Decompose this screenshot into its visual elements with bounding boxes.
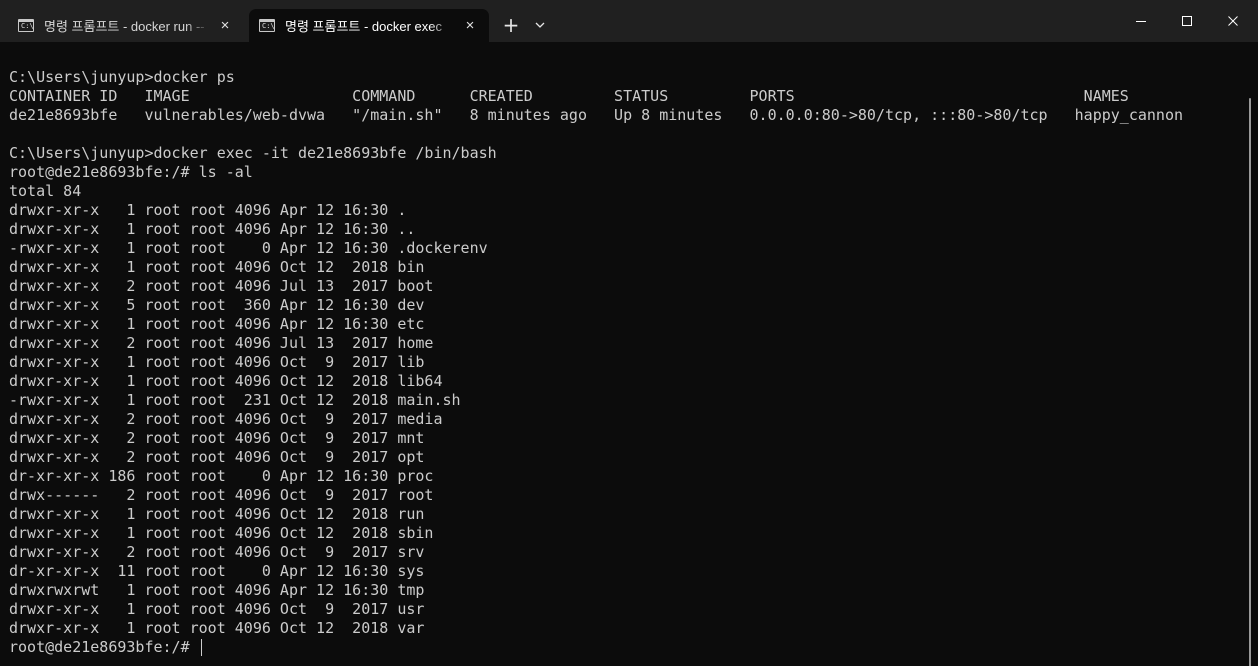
terminal-line: dr-xr-xr-x 186 root root 0 Apr 12 16:30 …: [9, 467, 434, 485]
terminal-line: root@de21e8693bfe:/# ls -al: [9, 163, 253, 181]
plus-icon: +: [502, 13, 520, 37]
maximize-button[interactable]: [1164, 0, 1210, 42]
cmd-prompt-icon: C:\: [18, 19, 34, 32]
terminal-line: drwxr-xr-x 1 root root 4096 Apr 12 16:30…: [9, 201, 407, 219]
terminal-line: drwxr-xr-x 2 root root 4096 Oct 9 2017 s…: [9, 543, 425, 561]
minimize-icon: [1136, 21, 1146, 22]
terminal-line: drwxr-xr-x 2 root root 4096 Oct 9 2017 m…: [9, 429, 425, 447]
terminal-line: drwxr-xr-x 2 root root 4096 Jul 13 2017 …: [9, 277, 434, 295]
scrollbar[interactable]: [1249, 98, 1251, 666]
tab-dropdown-button[interactable]: [527, 12, 553, 38]
tab-docker-exec[interactable]: C:\ 명령 프롬프트 - docker exec ×: [249, 9, 489, 42]
terminal-line: de21e8693bfe vulnerables/web-dvwa "/main…: [9, 106, 1183, 124]
terminal-line: drwxr-xr-x 1 root root 4096 Oct 12 2018 …: [9, 619, 425, 637]
terminal-text: C:\Users\junyup>docker ps CONTAINER ID IM…: [9, 68, 1183, 657]
new-tab-button[interactable]: +: [498, 12, 524, 38]
chevron-down-icon: [535, 22, 545, 28]
terminal-line: drwx------ 2 root root 4096 Oct 9 2017 r…: [9, 486, 434, 504]
terminal-line: drwxr-xr-x 1 root root 4096 Oct 12 2018 …: [9, 258, 425, 276]
terminal-line: drwxr-xr-x 2 root root 4096 Jul 13 2017 …: [9, 334, 434, 352]
terminal-line: C:\Users\junyup>docker ps: [9, 68, 235, 86]
terminal-line: drwxr-xr-x 1 root root 4096 Oct 12 2018 …: [9, 505, 425, 523]
terminal-line: drwxr-xr-x 1 root root 4096 Oct 9 2017 u…: [9, 600, 425, 618]
minimize-button[interactable]: [1118, 0, 1164, 42]
terminal-line: C:\Users\junyup>docker exec -it de21e869…: [9, 144, 497, 162]
terminal-line: drwxr-xr-x 1 root root 4096 Oct 12 2018 …: [9, 524, 434, 542]
text-cursor: [200, 639, 202, 656]
terminal-line: -rwxr-xr-x 1 root root 0 Apr 12 16:30 .d…: [9, 239, 488, 257]
terminal-line: drwxr-xr-x 5 root root 360 Apr 12 16:30 …: [9, 296, 425, 314]
terminal-line: drwxr-xr-x 1 root root 4096 Oct 12 2018 …: [9, 372, 443, 390]
prompt-text: root@de21e8693bfe:/#: [9, 638, 199, 656]
terminal-line: CONTAINER ID IMAGE COMMAND CREATED STATU…: [9, 87, 1129, 105]
terminal-line: drwxr-xr-x 1 root root 4096 Apr 12 16:30…: [9, 315, 425, 333]
title-bar: C:\ 명령 프롬프트 - docker run -- × C:\ 명령 프롬프…: [0, 0, 1258, 42]
window-close-button[interactable]: [1210, 0, 1256, 42]
cmd-prompt-icon: C:\: [259, 19, 275, 32]
tab-title: 명령 프롬프트 - docker exec: [285, 19, 443, 34]
tab-docker-run[interactable]: C:\ 명령 프롬프트 - docker run -- ×: [8, 9, 244, 42]
maximize-icon: [1182, 16, 1192, 26]
terminal-line: dr-xr-xr-x 11 root root 0 Apr 12 16:30 s…: [9, 562, 425, 580]
terminal-line: drwxrwxrwt 1 root root 4096 Apr 12 16:30…: [9, 581, 425, 599]
tab-title: 명령 프롬프트 - docker run --: [44, 19, 205, 34]
terminal-line: -rwxr-xr-x 1 root root 231 Oct 12 2018 m…: [9, 391, 461, 409]
close-icon[interactable]: ×: [459, 15, 481, 37]
terminal-line: drwxr-xr-x 2 root root 4096 Oct 9 2017 m…: [9, 410, 443, 428]
command-prompt-line[interactable]: root@de21e8693bfe:/#: [9, 638, 1183, 657]
terminal-line: drwxr-xr-x 1 root root 4096 Apr 12 16:30…: [9, 220, 416, 238]
terminal-line: drwxr-xr-x 2 root root 4096 Oct 9 2017 o…: [9, 448, 425, 466]
close-icon[interactable]: ×: [214, 15, 236, 37]
close-icon: [1228, 16, 1238, 26]
terminal-output[interactable]: C:\Users\junyup>docker ps CONTAINER ID IM…: [0, 42, 1258, 666]
terminal-line: drwxr-xr-x 1 root root 4096 Oct 9 2017 l…: [9, 353, 425, 371]
terminal-line: total 84: [9, 182, 82, 200]
